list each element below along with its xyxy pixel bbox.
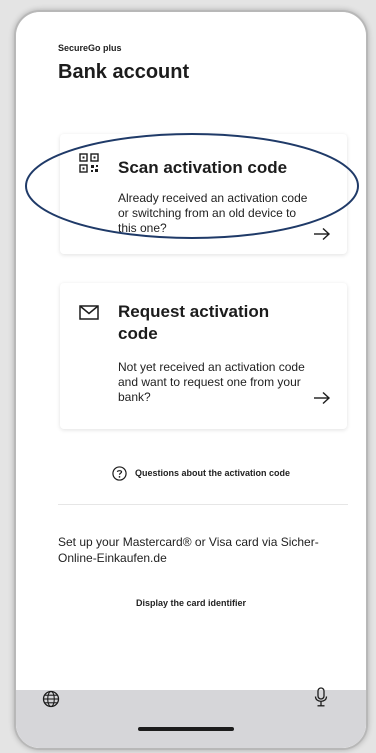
envelope-icon (79, 305, 99, 320)
phone-frame: SecureGo plus Bank account Scan activati… (14, 10, 368, 750)
divider (58, 504, 348, 505)
screen: SecureGo plus Bank account Scan activati… (16, 12, 366, 748)
card-setup-text: Set up your Mastercard® or Visa card via… (58, 535, 319, 565)
app-label: SecureGo plus (58, 43, 122, 53)
microphone-icon[interactable] (313, 686, 329, 708)
display-card-identifier-link[interactable]: Display the card identifier (16, 598, 366, 608)
page-title: Bank account (58, 61, 190, 83)
globe-icon[interactable] (42, 690, 60, 708)
arrow-right-icon (314, 227, 331, 241)
request-activation-code-card[interactable]: Request activation code Not yet received… (60, 283, 347, 429)
help-link-label: Questions about the activation code (135, 468, 291, 478)
scan-activation-code-card[interactable]: Scan activation code Already received an… (60, 134, 347, 254)
scan-card-description: Already received an activation code or s… (118, 191, 308, 235)
home-indicator[interactable] (138, 727, 234, 731)
qr-code-icon (79, 153, 99, 173)
question-circle-icon (112, 465, 127, 481)
scan-card-title: Scan activation code (118, 158, 288, 177)
activation-code-help-link[interactable]: Questions about the activation code (112, 464, 290, 482)
request-card-title: Request activation code (118, 302, 270, 343)
arrow-right-icon (314, 391, 331, 405)
request-card-description: Not yet received an activation code and … (118, 360, 305, 404)
